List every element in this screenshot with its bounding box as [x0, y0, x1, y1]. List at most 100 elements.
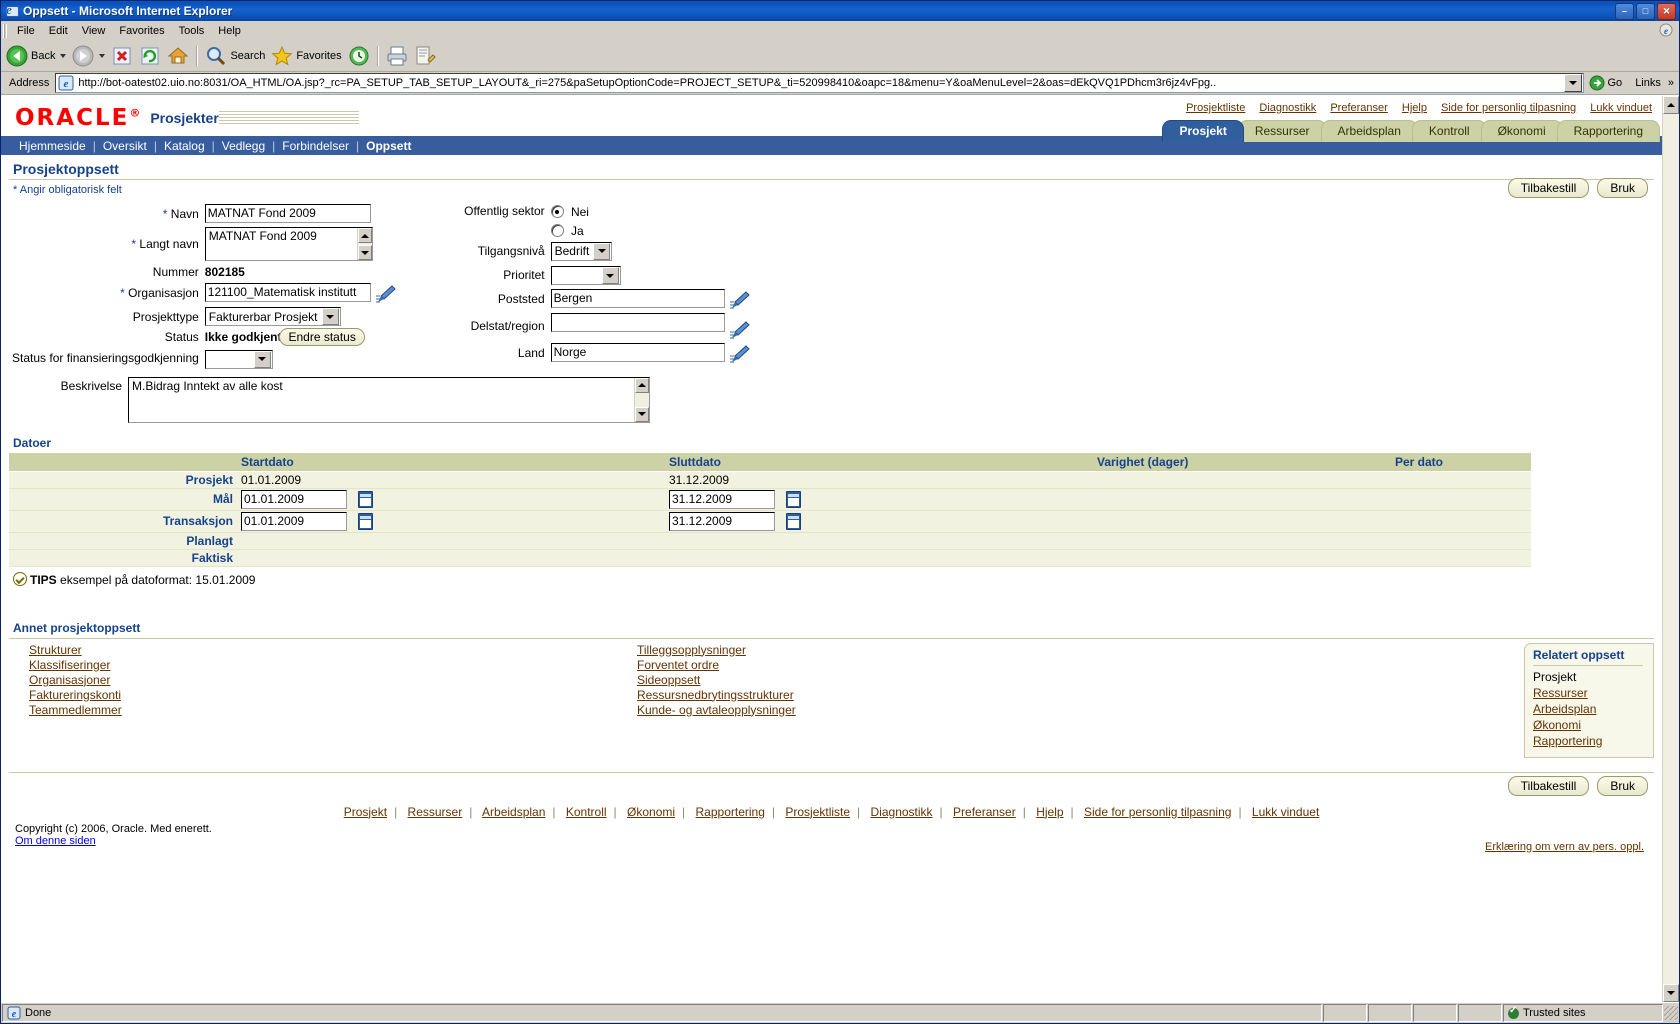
page-scrollbar[interactable]	[1662, 96, 1679, 1002]
delstat-input[interactable]	[550, 313, 725, 333]
apply-button-top[interactable]: Bruk	[1597, 178, 1648, 198]
favorites-button[interactable]: Favorites	[268, 44, 344, 68]
link-faktureringskonti[interactable]: Faktureringskonti	[29, 688, 637, 703]
scroll-up-button[interactable]	[357, 228, 372, 243]
forward-button[interactable]	[69, 44, 108, 68]
security-zone[interactable]: Trusted sites	[1503, 1004, 1663, 1022]
minimize-button[interactable]: –	[1615, 2, 1634, 20]
scroll-up-button[interactable]	[1663, 96, 1679, 114]
link-organisasjoner[interactable]: Organisasjoner	[29, 673, 637, 688]
beskrivelse-scrollbar[interactable]	[634, 377, 649, 422]
endre-status-button[interactable]: Endre status	[279, 328, 365, 346]
relatert-link-rapportering[interactable]: Rapportering	[1533, 733, 1643, 749]
go-button[interactable]: Go	[1587, 75, 1629, 91]
reset-button-top[interactable]: Tilbakestill	[1507, 178, 1590, 198]
link-teammedlemmer[interactable]: Teammedlemmer	[29, 703, 637, 718]
finans-select[interactable]	[204, 349, 273, 369]
edit-button[interactable]	[411, 44, 439, 68]
global-link-lukk-vinduet[interactable]: Lukk vinduet	[1590, 102, 1652, 114]
tab-rapportering[interactable]: Rapportering	[1556, 120, 1660, 142]
footer-link-arbeidsplan[interactable]: Arbeidsplan	[482, 805, 545, 819]
subnav-oversikt[interactable]: Oversikt	[103, 139, 147, 153]
link-ressursnedbrytingsstrukturer[interactable]: Ressursnedbrytingsstrukturer	[637, 688, 1524, 703]
flashlight-icon-poststed[interactable]	[728, 289, 750, 309]
prosjekttype-select[interactable]: Fakturerbar Prosjekt	[204, 307, 341, 326]
link-forventet-ordre[interactable]: Forventet ordre	[637, 658, 1524, 673]
relatert-link-okonomi[interactable]: Økonomi	[1533, 717, 1643, 733]
langt-navn-scrollbar[interactable]	[356, 228, 372, 260]
footer-link-hjelp[interactable]: Hjelp	[1036, 805, 1063, 819]
subnav-vedlegg[interactable]: Vedlegg	[222, 139, 265, 153]
calendar-icon[interactable]	[358, 512, 374, 530]
reset-button-bottom[interactable]: Tilbakestill	[1507, 775, 1590, 796]
menu-favorites[interactable]: Favorites	[112, 23, 171, 39]
transaksjon-end-input[interactable]: 31.12.2009	[669, 511, 775, 531]
global-link-preferanser[interactable]: Preferanser	[1330, 102, 1387, 114]
back-dropdown-icon[interactable]	[60, 54, 67, 58]
address-dropdown-button[interactable]	[1563, 74, 1582, 92]
radio-offentlig-ja[interactable]	[550, 224, 564, 238]
flashlight-icon-land[interactable]	[728, 343, 750, 363]
calendar-icon[interactable]	[786, 490, 802, 508]
global-link-prosjektliste[interactable]: Prosjektliste	[1186, 102, 1245, 114]
home-button[interactable]	[164, 44, 192, 68]
mal-start-input[interactable]: 01.01.2009	[241, 489, 347, 509]
flashlight-icon-organisasjon[interactable]	[374, 283, 396, 303]
radio-offentlig-nei[interactable]	[550, 205, 564, 219]
menu-grip[interactable]	[3, 23, 7, 38]
poststed-input[interactable]: Bergen	[550, 289, 725, 309]
tab-prosjekt[interactable]: Prosjekt	[1162, 120, 1244, 142]
forward-dropdown-icon[interactable]	[99, 54, 106, 58]
tab-okonomi[interactable]: Økonomi	[1480, 120, 1563, 142]
subnav-forbindelser[interactable]: Forbindelser	[282, 139, 349, 153]
link-kunde-avtaleopplysninger[interactable]: Kunde- og avtaleopplysninger	[637, 703, 1524, 718]
footer-link-personlig-tilpasning[interactable]: Side for personlig tilpasning	[1084, 805, 1231, 819]
footer-link-ressurser[interactable]: Ressurser	[408, 805, 463, 819]
beskrivelse-textarea[interactable]: M.Bidrag Inntekt av alle kost	[128, 376, 650, 423]
footer-link-prosjektliste[interactable]: Prosjektliste	[785, 805, 850, 819]
footer-link-okonomi[interactable]: Økonomi	[627, 805, 675, 819]
relatert-link-arbeidsplan[interactable]: Arbeidsplan	[1533, 701, 1643, 717]
menu-view[interactable]: View	[75, 23, 113, 39]
chevron-down-icon[interactable]	[321, 308, 339, 325]
close-button[interactable]: ✕	[1657, 2, 1676, 20]
scroll-down-button[interactable]	[357, 245, 372, 260]
history-button[interactable]	[345, 44, 373, 68]
footer-link-preferanser[interactable]: Preferanser	[953, 805, 1016, 819]
chevron-down-icon[interactable]	[593, 242, 611, 260]
link-tilleggsopplysninger[interactable]: Tilleggsopplysninger	[637, 643, 1524, 658]
refresh-button[interactable]	[136, 44, 164, 68]
links-chevron-icon[interactable]: »	[1668, 77, 1677, 89]
resize-grip[interactable]	[1664, 1006, 1678, 1020]
footer-link-lukk-vinduet[interactable]: Lukk vinduet	[1252, 805, 1319, 819]
land-input[interactable]: Norge	[550, 343, 725, 363]
about-page-link[interactable]: Om denne siden	[15, 835, 96, 847]
menu-file[interactable]: File	[10, 23, 42, 39]
privacy-link[interactable]: Erklæring om vern av pers. oppl.	[1485, 841, 1644, 853]
chevron-down-icon[interactable]	[601, 267, 619, 285]
calendar-icon[interactable]	[358, 490, 374, 508]
scroll-track[interactable]	[1663, 114, 1679, 984]
apply-button-bottom[interactable]: Bruk	[1597, 775, 1648, 796]
tilgang-select[interactable]: Bedrift	[550, 241, 613, 261]
menu-edit[interactable]: Edit	[42, 23, 75, 39]
scroll-up-button[interactable]	[635, 377, 649, 393]
tab-ressurser[interactable]: Ressurser	[1237, 120, 1327, 142]
transaksjon-start-input[interactable]: 01.01.2009	[241, 511, 347, 531]
global-link-personlig-tilpasning[interactable]: Side for personlig tilpasning	[1441, 102, 1576, 114]
menu-help[interactable]: Help	[211, 23, 248, 39]
stop-button[interactable]	[108, 44, 136, 68]
menu-tools[interactable]: Tools	[172, 23, 212, 39]
navn-input[interactable]: MATNAT Fond 2009	[204, 204, 371, 223]
global-link-hjelp[interactable]: Hjelp	[1402, 102, 1427, 114]
links-button[interactable]: Links	[1631, 77, 1665, 89]
address-input[interactable]: e http://bot-oatest02.uio.no:8031/OA_HTM…	[55, 73, 1584, 93]
scroll-down-button[interactable]	[1663, 984, 1679, 1002]
calendar-icon[interactable]	[786, 512, 802, 530]
subnav-katalog[interactable]: Katalog	[164, 139, 205, 153]
maximize-button[interactable]: □	[1636, 2, 1655, 20]
scroll-down-button[interactable]	[635, 406, 649, 422]
mal-end-input[interactable]: 31.12.2009	[669, 489, 775, 509]
tab-arbeidsplan[interactable]: Arbeidsplan	[1320, 120, 1418, 142]
prioritet-select[interactable]	[550, 266, 621, 286]
